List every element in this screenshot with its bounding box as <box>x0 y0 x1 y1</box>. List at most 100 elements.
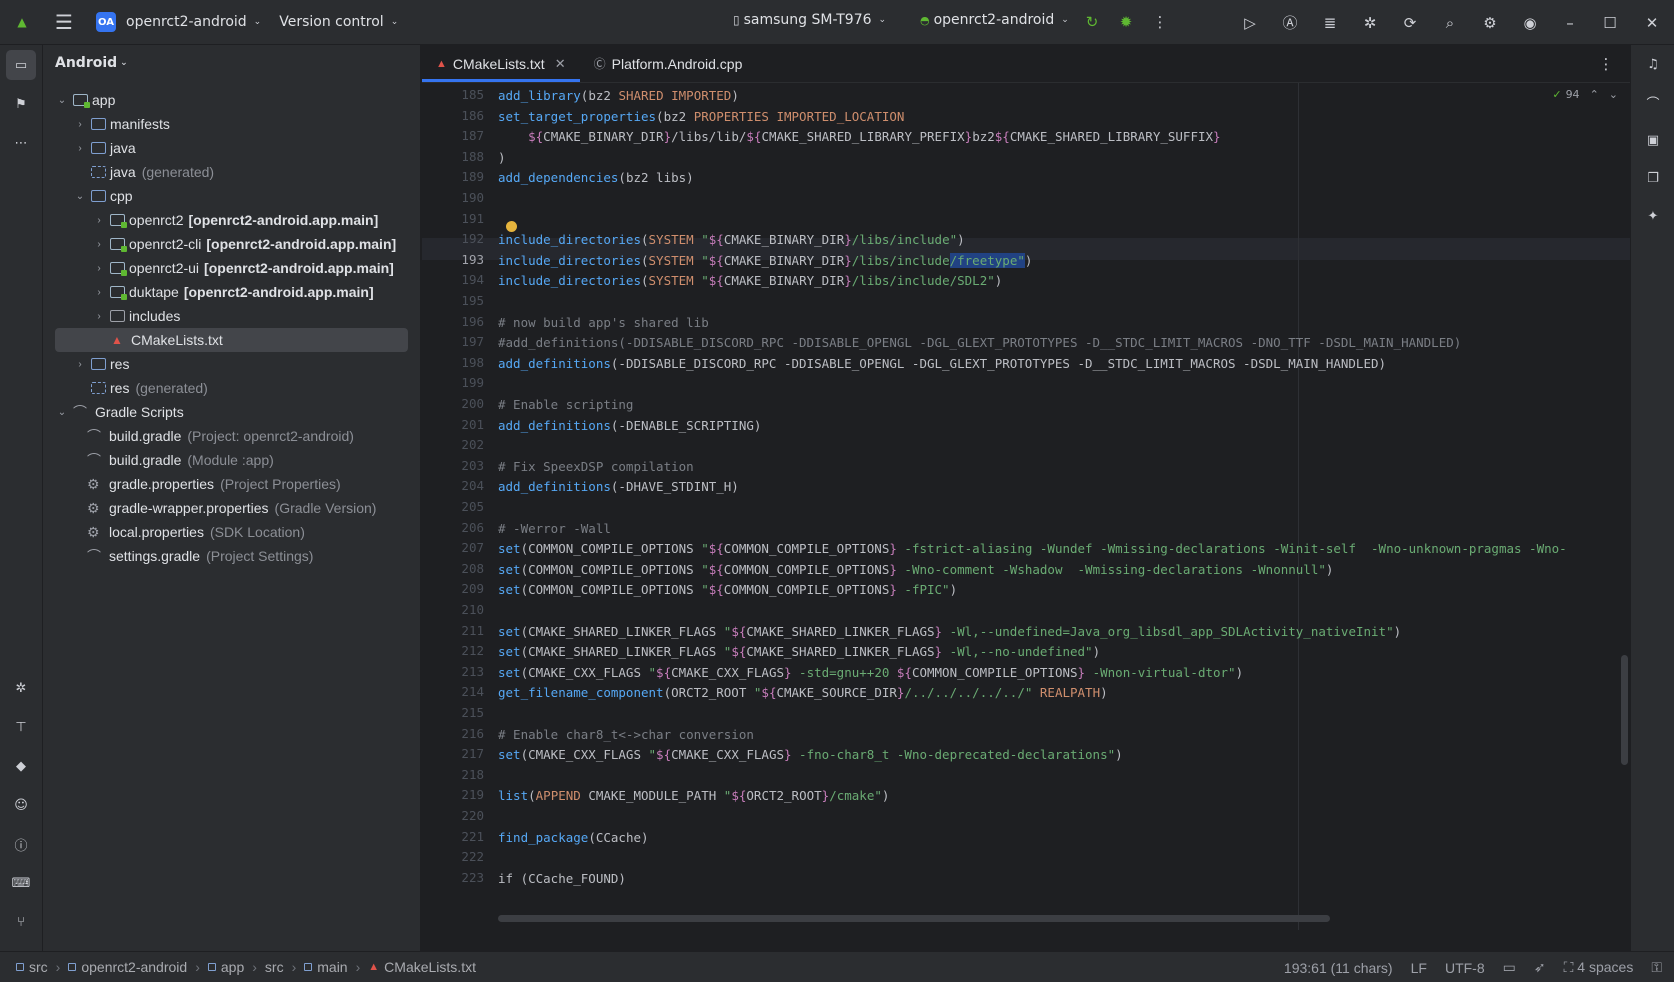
code-line[interactable]: set(CMAKE_CXX_FLAGS "${CMAKE_CXX_FLAGS} … <box>498 744 1123 766</box>
bug-report-icon[interactable]: ✲ <box>1350 7 1390 39</box>
settings-gear-icon[interactable]: ⚙ <box>1470 7 1510 39</box>
device-selector[interactable]: ▯ samsung SM-T976 ⌄ <box>733 12 886 28</box>
breadcrumb-item[interactable]: src › <box>265 959 304 975</box>
code-line[interactable]: # Enable char8_t<->char conversion <box>498 724 754 746</box>
breadcrumb-item[interactable]: openrct2-android › <box>68 959 208 975</box>
chevron-right-icon[interactable]: › <box>92 287 106 298</box>
breadcrumb-item[interactable]: main › <box>304 959 368 975</box>
code-line[interactable]: # now build app's shared lib <box>498 312 709 334</box>
tree-item-openrct2-cli[interactable]: › openrct2-cli [openrct2-android.app.mai… <box>55 232 408 256</box>
code-line[interactable]: # -Werror -Wall <box>498 518 611 540</box>
code-line[interactable]: ${CMAKE_BINARY_DIR}/libs/lib/${CMAKE_SHA… <box>498 126 1220 148</box>
code-line[interactable]: #add_definitions(-DDISABLE_DISCORD_RPC -… <box>498 332 1461 354</box>
tree-item-includes[interactable]: › includes <box>55 304 408 328</box>
profile-run-icon[interactable]: ▷ <box>1230 7 1270 39</box>
version-control-menu[interactable]: Version control ⌄ <box>279 14 398 30</box>
resource-manager-icon[interactable]: ⚑ <box>6 89 36 119</box>
tree-item-settings-gradle[interactable]: ⌒ settings.gradle (Project Settings) <box>55 544 408 568</box>
debug-icon[interactable]: ✹ <box>1110 6 1142 38</box>
code-line[interactable]: add_definitions(-DDISABLE_DISCORD_RPC -D… <box>498 353 1386 375</box>
code-content[interactable]: add_library(bz2 SHARED IMPORTED) set_targ… <box>498 83 1628 930</box>
breadcrumb-item[interactable]: app › <box>207 959 265 975</box>
code-line[interactable]: set(CMAKE_SHARED_LINKER_FLAGS "${CMAKE_S… <box>498 641 1100 663</box>
code-line[interactable]: # Fix SpeexDSP compilation <box>498 456 694 478</box>
code-line[interactable]: find_package(CCache) <box>498 827 649 849</box>
chevron-right-icon[interactable]: › <box>73 119 87 130</box>
breadcrumb-item[interactable]: src › <box>16 959 68 975</box>
chevron-down-icon[interactable]: ⌄ <box>55 407 69 418</box>
code-line[interactable]: set(COMMON_COMPILE_OPTIONS "${COMMON_COM… <box>498 538 1567 560</box>
tree-item-app[interactable]: ⌄ app <box>55 88 408 112</box>
tab-cmakelists[interactable]: ▲ CMakeLists.txt ✕ <box>422 45 580 82</box>
code-line[interactable]: set(CMAKE_CXX_FLAGS "${CMAKE_CXX_FLAGS} … <box>498 662 1243 684</box>
project-switcher[interactable]: OA openrct2-android ⌄ <box>96 12 261 32</box>
code-line[interactable]: add_definitions(-DHAVE_STDINT_H) <box>498 476 739 498</box>
build-variants-icon[interactable]: ≣ <box>1310 7 1350 39</box>
tree-item-cpp[interactable]: ⌄ cpp <box>55 184 408 208</box>
chevron-up-icon[interactable]: ⌃ <box>1590 88 1599 101</box>
inspection-widget[interactable]: ✓ 94 ⌃ ⌄ <box>1552 83 1618 105</box>
read-mode-icon[interactable]: ▭ <box>1503 959 1516 976</box>
code-line[interactable]: set(CMAKE_SHARED_LINKER_FLAGS "${CMAKE_S… <box>498 621 1401 643</box>
tab-platform-android-cpp[interactable]: Ⓒ Platform.Android.cpp <box>580 45 757 82</box>
code-editor[interactable]: 185 186 187 188 189 190 191 192 193 194 195 196 197 1… <box>422 83 1630 930</box>
gradle-sync-icon[interactable]: ⟳ <box>1390 7 1430 39</box>
tree-item-gradle-properties[interactable]: ⚙ gradle.properties (Project Properties) <box>55 472 408 496</box>
search-icon[interactable]: ⌕ <box>1430 7 1470 39</box>
maximize-icon[interactable]: ☐ <box>1590 7 1630 39</box>
code-line[interactable]: include_directories(SYSTEM "${CMAKE_BINA… <box>498 250 1032 272</box>
line-separator[interactable]: LF <box>1411 960 1427 976</box>
run-config-selector[interactable]: ◓ openrct2-android ⌄ <box>920 12 1069 28</box>
code-line[interactable]: add_library(bz2 SHARED IMPORTED) <box>498 85 739 107</box>
minimize-icon[interactable]: – <box>1550 7 1590 39</box>
gemini-icon[interactable]: ✦ <box>1638 201 1668 231</box>
code-line[interactable]: add_dependencies(bz2 libs) <box>498 167 694 189</box>
horizontal-scrollbar[interactable] <box>498 915 1330 922</box>
chevron-right-icon[interactable]: › <box>92 239 106 250</box>
lock-icon[interactable]: ⚿ <box>1651 959 1662 976</box>
file-encoding[interactable]: UTF-8 <box>1445 960 1485 976</box>
caret-position[interactable]: 193:61 (11 chars) <box>1284 960 1393 976</box>
code-line[interactable]: if (CCache_FOUND) <box>498 868 626 890</box>
debug-tool-icon[interactable]: ✲ <box>6 673 36 703</box>
indent-setting[interactable]: ⛶ 4 spaces <box>1564 959 1634 976</box>
code-line[interactable]: list(APPEND CMAKE_MODULE_PATH "${ORCT2_R… <box>498 785 889 807</box>
notifications-icon[interactable]: ♫ <box>1638 49 1668 79</box>
apply-changes-icon[interactable]: ↻ <box>1076 6 1108 38</box>
translate-icon[interactable]: Ⓐ <box>1270 7 1310 39</box>
tree-item-build-gradle-module[interactable]: ⌒ build.gradle (Module :app) <box>55 448 408 472</box>
running-devices-icon[interactable]: ❐ <box>1638 163 1668 193</box>
breadcrumb-item[interactable]: ▲ CMakeLists.txt <box>368 959 476 975</box>
tree-item-res[interactable]: › res <box>55 352 408 376</box>
tree-item-gradle-wrapper-properties[interactable]: ⚙ gradle-wrapper.properties (Gradle Vers… <box>55 496 408 520</box>
tree-item-java-generated[interactable]: java (generated) <box>55 160 408 184</box>
project-view-selector[interactable]: Android ⌄ <box>43 45 420 81</box>
project-folder-icon[interactable]: ▭ <box>6 50 36 80</box>
tab-options-icon[interactable]: ⋮ <box>1590 48 1622 80</box>
chevron-down-icon[interactable]: ⌄ <box>73 191 87 202</box>
account-icon[interactable]: ◉ <box>1510 7 1550 39</box>
tree-item-java[interactable]: › java <box>55 136 408 160</box>
close-icon[interactable]: ✕ <box>1630 7 1674 39</box>
terminal-icon[interactable]: ⌨ <box>6 868 36 898</box>
code-line[interactable]: set(COMMON_COMPILE_OPTIONS "${COMMON_COM… <box>498 559 1333 581</box>
code-line[interactable]: # Enable scripting <box>498 394 633 416</box>
gradle-icon[interactable]: ⌒ <box>1638 87 1668 117</box>
chevron-right-icon[interactable]: › <box>73 359 87 370</box>
tree-item-openrct2-ui[interactable]: › openrct2-ui [openrct2-android.app.main… <box>55 256 408 280</box>
more-tools-icon[interactable]: ⋯ <box>6 128 36 158</box>
device-manager-icon[interactable]: ▣ <box>1638 125 1668 155</box>
code-line[interactable]: include_directories(SYSTEM "${CMAKE_BINA… <box>498 270 1002 292</box>
code-line[interactable]: ) <box>498 147 506 169</box>
gem-icon[interactable]: ◆ <box>6 751 36 781</box>
logcat-icon[interactable]: ☺ <box>6 790 36 820</box>
rocket-icon[interactable]: ➶ <box>1534 959 1546 976</box>
code-line[interactable]: add_definitions(-DENABLE_SCRIPTING) <box>498 415 761 437</box>
close-tab-icon[interactable]: ✕ <box>555 56 566 72</box>
problems-icon[interactable]: ⓘ <box>6 829 36 859</box>
tree-item-manifests[interactable]: › manifests <box>55 112 408 136</box>
tree-item-openrct2[interactable]: › openrct2 [openrct2-android.app.main] <box>55 208 408 232</box>
tree-item-cmakelists[interactable]: ▲ CMakeLists.txt <box>55 328 408 352</box>
tree-item-gradle-scripts[interactable]: ⌄ ⌒ Gradle Scripts <box>55 400 408 424</box>
more-actions-icon[interactable]: ⋮ <box>1144 6 1176 38</box>
